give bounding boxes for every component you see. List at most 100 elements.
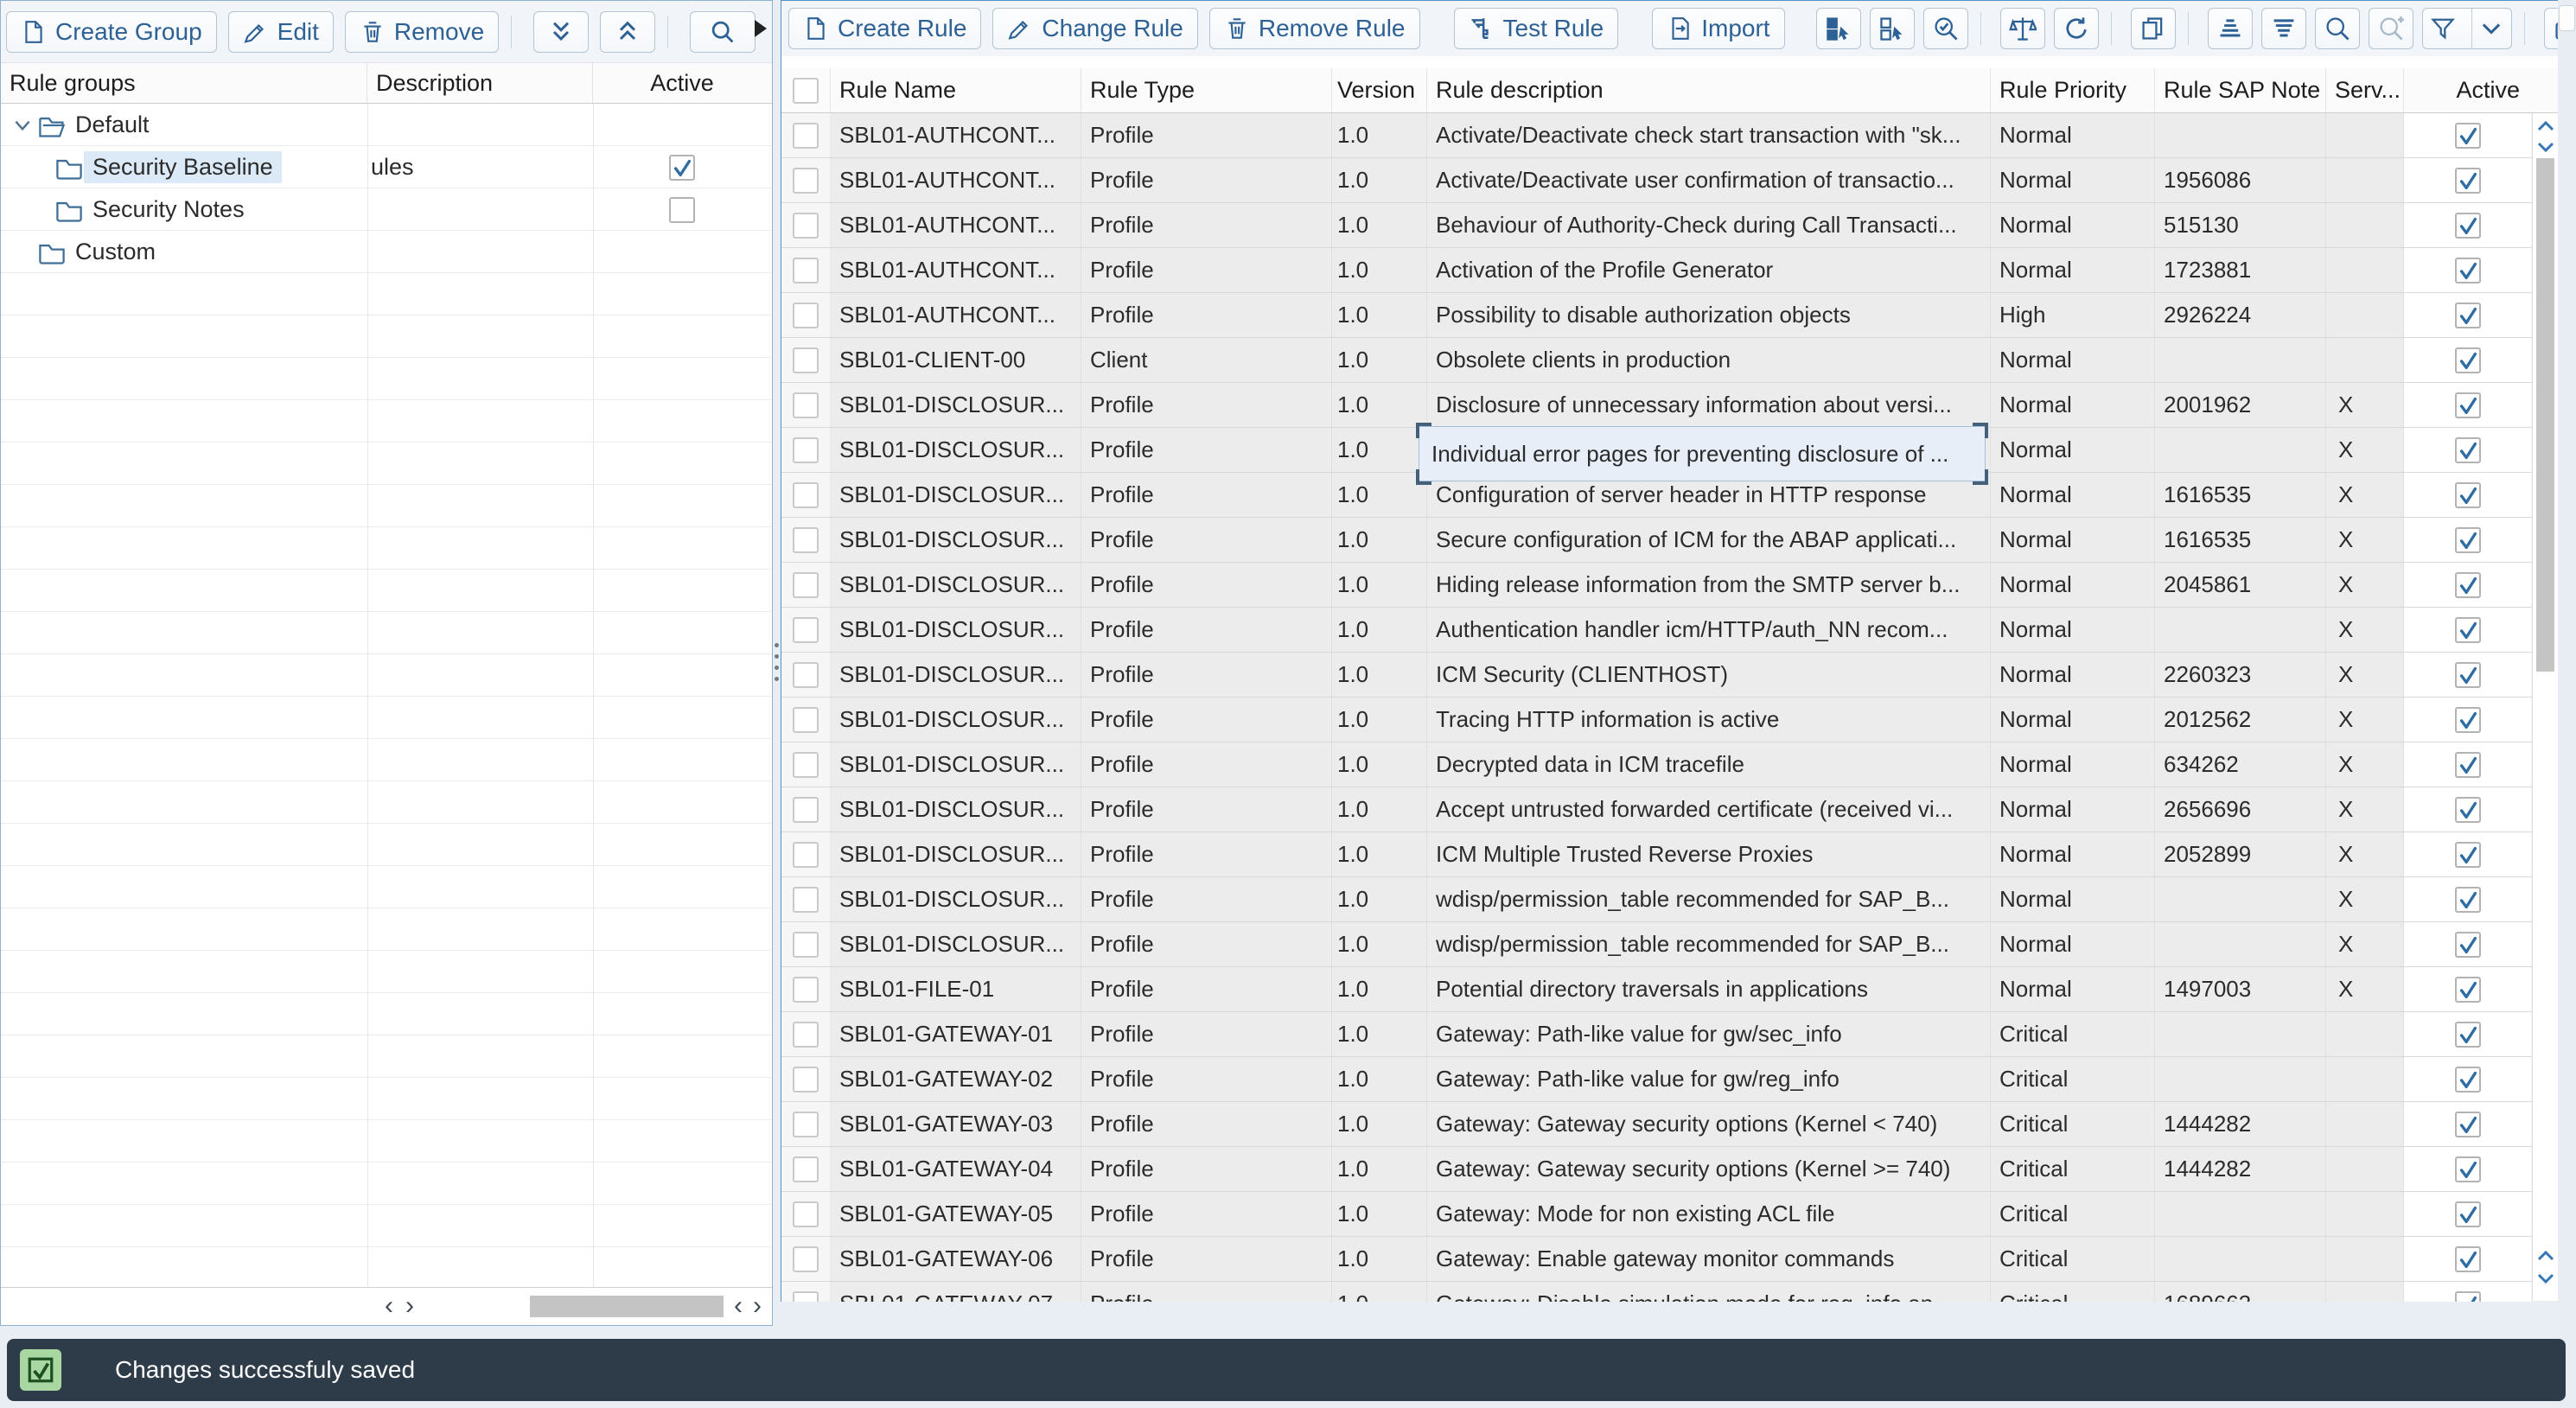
rule-priority-cell[interactable]: Normal	[1991, 158, 2155, 202]
rule-type-cell[interactable]: Profile	[1081, 1282, 1332, 1302]
row-select-checkbox[interactable]	[793, 213, 819, 239]
group-active-checkbox[interactable]	[669, 197, 695, 223]
column-header-rule-name[interactable]: Rule Name	[831, 68, 1081, 112]
serv-cell[interactable]: X	[2326, 967, 2404, 1011]
serv-cell[interactable]	[2326, 248, 2404, 292]
rule-description-cell[interactable]: Accept untrusted forwarded certificate (…	[1427, 787, 1991, 831]
version-cell[interactable]: 1.0	[1332, 113, 1427, 157]
table-row[interactable]: SBL01-GATEWAY-04Profile1.0Gateway: Gatew…	[781, 1147, 2558, 1192]
row-select-checkbox[interactable]	[793, 258, 819, 284]
search-check-button[interactable]	[1923, 8, 1968, 49]
tree-item-label[interactable]: Default	[67, 109, 158, 141]
version-cell[interactable]: 1.0	[1332, 832, 1427, 876]
rule-description-cell[interactable]: Gateway: Enable gateway monitor commands	[1427, 1237, 1991, 1281]
row-select-checkbox[interactable]	[793, 932, 819, 958]
serv-cell[interactable]	[2326, 1012, 2404, 1056]
rule-name-cell[interactable]: SBL01-GATEWAY-06	[831, 1237, 1081, 1281]
serv-cell[interactable]	[2326, 1237, 2404, 1281]
rule-name-cell[interactable]: SBL01-DISCLOSUR...	[831, 428, 1081, 472]
rule-active-checkbox[interactable]	[2455, 1022, 2481, 1048]
rule-type-cell[interactable]: Profile	[1081, 1192, 1332, 1236]
rule-description-cell[interactable]: Authentication handler icm/HTTP/auth_NN …	[1427, 608, 1991, 652]
rule-sap-note-cell[interactable]	[2155, 1237, 2326, 1281]
table-row[interactable]: SBL01-AUTHCONT...Profile1.0Activation of…	[781, 248, 2558, 293]
row-select-checkbox[interactable]	[793, 437, 819, 463]
rule-sap-note-cell[interactable]: 515130	[2155, 203, 2326, 247]
version-cell[interactable]: 1.0	[1332, 473, 1427, 517]
row-select-checkbox[interactable]	[793, 1156, 819, 1182]
rule-active-checkbox[interactable]	[2455, 707, 2481, 733]
rule-active-checkbox[interactable]	[2455, 977, 2481, 1003]
row-select-checkbox[interactable]	[793, 797, 819, 823]
rule-sap-note-cell[interactable]	[2155, 1192, 2326, 1236]
row-select-checkbox[interactable]	[793, 392, 819, 418]
deselect-all-button[interactable]	[1870, 8, 1915, 49]
rule-priority-cell[interactable]: Critical	[1991, 1192, 2155, 1236]
version-cell[interactable]: 1.0	[1332, 787, 1427, 831]
row-select-checkbox[interactable]	[793, 572, 819, 598]
version-cell[interactable]: 1.0	[1332, 742, 1427, 787]
serv-cell[interactable]: X	[2326, 428, 2404, 472]
rule-priority-cell[interactable]: Critical	[1991, 1282, 2155, 1302]
rule-description-cell[interactable]: Gateway: Gateway security options (Kerne…	[1427, 1102, 1991, 1146]
rule-name-cell[interactable]: SBL01-DISCLOSUR...	[831, 653, 1081, 697]
serv-cell[interactable]	[2326, 1057, 2404, 1101]
serv-cell[interactable]: X	[2326, 383, 2404, 427]
scroll-left-icon[interactable]: ‹	[385, 1293, 393, 1319]
scrollbar-thumb[interactable]	[2559, 5, 2575, 31]
rule-priority-cell[interactable]: Normal	[1991, 698, 2155, 742]
rule-name-cell[interactable]: SBL01-DISCLOSUR...	[831, 832, 1081, 876]
serv-cell[interactable]	[2326, 1102, 2404, 1146]
rule-name-cell[interactable]: SBL01-AUTHCONT...	[831, 113, 1081, 157]
table-row[interactable]: SBL01-DISCLOSUR...Profile1.0ICM Multiple…	[781, 832, 2558, 877]
serv-cell[interactable]: X	[2326, 473, 2404, 517]
rule-priority-cell[interactable]: Normal	[1991, 742, 2155, 787]
tree-row[interactable]: Custom	[1, 231, 772, 273]
rule-description-cell[interactable]: Decrypted data in ICM tracefile	[1427, 742, 1991, 787]
row-select-checkbox[interactable]	[793, 347, 819, 373]
table-row[interactable]: SBL01-DISCLOSUR...Profile1.0Tracing HTTP…	[781, 698, 2558, 742]
table-row[interactable]: SBL01-GATEWAY-07Profile1.0Gateway: Disab…	[781, 1282, 2558, 1302]
rule-priority-cell[interactable]: Normal	[1991, 922, 2155, 966]
rule-active-checkbox[interactable]	[2455, 527, 2481, 553]
rule-name-cell[interactable]: SBL01-GATEWAY-07	[831, 1282, 1081, 1302]
version-cell[interactable]: 1.0	[1332, 1282, 1427, 1302]
rule-active-checkbox[interactable]	[2455, 168, 2481, 194]
rule-name-cell[interactable]: SBL01-GATEWAY-03	[831, 1102, 1081, 1146]
rule-sap-note-cell[interactable]	[2155, 113, 2326, 157]
rule-priority-cell[interactable]: Normal	[1991, 563, 2155, 607]
rule-priority-cell[interactable]: Normal	[1991, 877, 2155, 921]
tree-expander-icon[interactable]	[8, 114, 37, 137]
row-select-checkbox[interactable]	[793, 1112, 819, 1137]
serv-cell[interactable]: X	[2326, 698, 2404, 742]
rule-description-cell[interactable]: Tracing HTTP information is active	[1427, 698, 1991, 742]
rule-type-cell[interactable]: Profile	[1081, 877, 1332, 921]
rule-active-checkbox[interactable]	[2455, 347, 2481, 373]
rule-type-cell[interactable]: Profile	[1081, 1057, 1332, 1101]
rule-sap-note-cell[interactable]: 1616535	[2155, 518, 2326, 562]
table-row[interactable]: SBL01-DISCLOSUR...Profile1.0Accept untru…	[781, 787, 2558, 832]
rule-description-cell[interactable]: Potential directory traversals in applic…	[1427, 967, 1991, 1011]
rule-priority-cell[interactable]: Critical	[1991, 1237, 2155, 1281]
column-header-description[interactable]: Description	[367, 63, 593, 103]
import-button[interactable]: Import	[1652, 8, 1784, 49]
rule-active-checkbox[interactable]	[2455, 437, 2481, 463]
rule-sap-note-cell[interactable]: 2260323	[2155, 653, 2326, 697]
rule-priority-cell[interactable]: Critical	[1991, 1057, 2155, 1101]
serv-cell[interactable]: X	[2326, 608, 2404, 652]
version-cell[interactable]: 1.0	[1332, 248, 1427, 292]
column-header-active[interactable]: Active	[593, 63, 771, 103]
find-more-button[interactable]	[2369, 8, 2413, 49]
scroll-left-icon[interactable]: ‹	[734, 1293, 743, 1319]
serv-cell[interactable]: X	[2326, 653, 2404, 697]
table-row[interactable]: SBL01-AUTHCONT...Profile1.0Behaviour of …	[781, 203, 2558, 248]
table-row[interactable]: SBL01-DISCLOSUR...Profile1.0wdisp/permis…	[781, 877, 2558, 922]
version-cell[interactable]: 1.0	[1332, 1012, 1427, 1056]
rule-sap-note-cell[interactable]: 2926224	[2155, 293, 2326, 337]
rule-name-cell[interactable]: SBL01-FILE-01	[831, 967, 1081, 1011]
serv-cell[interactable]: X	[2326, 787, 2404, 831]
rule-description-cell[interactable]: wdisp/permission_table recommended for S…	[1427, 877, 1991, 921]
version-cell[interactable]: 1.0	[1332, 383, 1427, 427]
rule-type-cell[interactable]: Client	[1081, 338, 1332, 382]
serv-cell[interactable]: X	[2326, 742, 2404, 787]
